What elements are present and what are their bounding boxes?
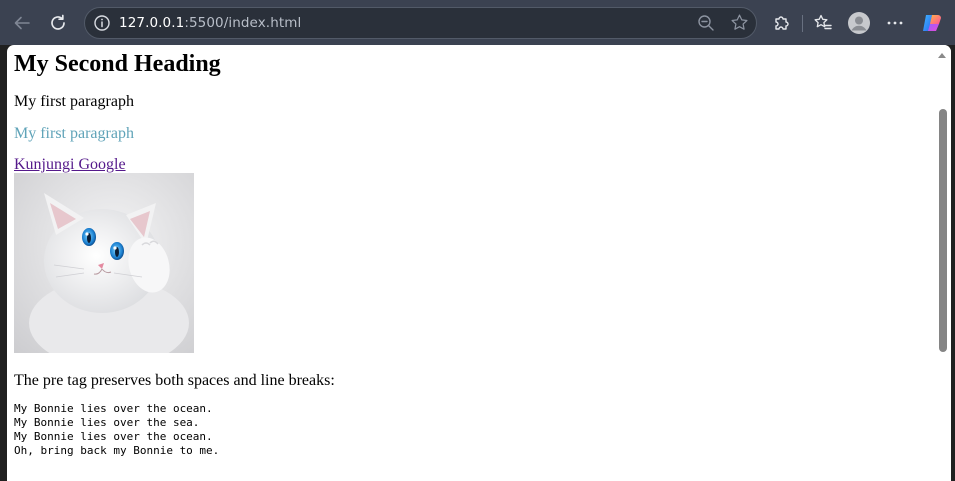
pre-line-4: Oh, bring back my Bonnie to me. — [14, 444, 220, 457]
favorite-button[interactable] — [730, 13, 749, 37]
extensions-button[interactable] — [768, 9, 796, 37]
vertical-scrollbar[interactable] — [935, 45, 951, 481]
zoom-button[interactable] — [697, 14, 715, 37]
favorites-icon — [814, 14, 832, 30]
avatar-icon — [848, 12, 870, 34]
zoom-out-icon — [698, 15, 714, 31]
address-bar[interactable]: 127.0.0.1:5500/index.html — [84, 7, 757, 39]
browser-toolbar: 127.0.0.1:5500/index.html — [0, 0, 955, 45]
pre-intro-text: The pre tag preserves both spaces and li… — [14, 372, 335, 389]
copilot-button[interactable] — [918, 9, 946, 37]
back-button[interactable] — [8, 9, 36, 37]
star-icon — [731, 14, 748, 30]
pre-block: My Bonnie lies over the ocean. My Bonnie … — [14, 402, 219, 458]
profile-button[interactable] — [845, 9, 873, 37]
scroll-thumb[interactable] — [939, 109, 947, 352]
reload-button[interactable] — [44, 9, 72, 37]
google-link[interactable]: Kunjungi Google — [14, 156, 126, 174]
settings-menu-button[interactable] — [881, 9, 909, 37]
pre-line-1: My Bonnie lies over the ocean. — [14, 402, 213, 415]
url-path: :5500/index.html — [184, 15, 302, 31]
copilot-icon — [923, 15, 941, 31]
puzzle-icon — [775, 16, 789, 30]
more-icon — [887, 21, 903, 25]
page-viewport: My Second Heading My first paragraph My … — [7, 45, 951, 481]
paragraph-2-colored: My first paragraph — [14, 125, 134, 142]
pre-line-2: My Bonnie lies over the sea. — [14, 416, 200, 429]
paragraph-1: My first paragraph — [14, 93, 134, 110]
favorites-button[interactable] — [809, 9, 837, 37]
site-info-button[interactable] — [93, 14, 111, 37]
url-text[interactable]: 127.0.0.1:5500/index.html — [119, 15, 301, 31]
info-icon — [94, 15, 110, 31]
page-heading: My Second Heading — [14, 51, 221, 77]
url-host: 127.0.0.1 — [119, 15, 185, 31]
cat-image — [14, 173, 194, 353]
scroll-up-arrow[interactable] — [938, 53, 946, 58]
pre-line-3: My Bonnie lies over the ocean. — [14, 430, 213, 443]
arrow-left-icon — [14, 16, 30, 30]
reload-icon — [51, 14, 65, 30]
toolbar-divider — [802, 15, 803, 32]
